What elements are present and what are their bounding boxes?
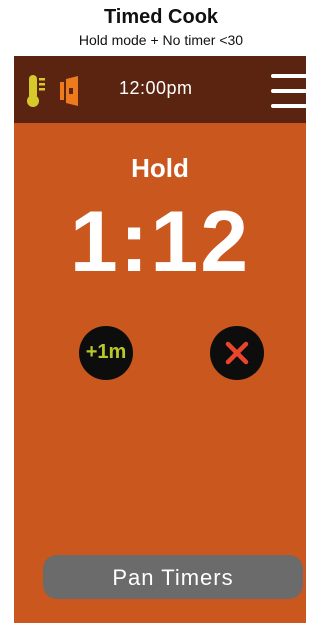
timer-display: 1:12 <box>69 194 251 290</box>
pan-timers-button[interactable]: Pan Timers <box>43 555 303 599</box>
add-minute-label: +1m <box>85 341 127 363</box>
top-bar: 12:00pm <box>14 56 306 123</box>
mode-label: Hold <box>131 153 189 183</box>
door-icon[interactable] <box>60 76 80 106</box>
thermometer-icon[interactable] <box>26 73 48 109</box>
cancel-button[interactable] <box>210 326 264 380</box>
caption-title: Timed Cook <box>103 6 219 28</box>
screen-caption: Timed Cook Hold mode + No timer <30 <box>0 0 322 56</box>
menu-icon[interactable] <box>271 74 306 108</box>
device-screen: 12:00pm Hold 1:12 +1m Pan Timers <box>14 56 306 623</box>
caption-subtitle: Hold mode + No timer <30 <box>78 32 244 48</box>
pan-timers-label: Pan Timers <box>112 565 234 590</box>
clock-time: 12:00pm <box>119 78 193 98</box>
add-minute-button[interactable]: +1m <box>79 326 133 380</box>
close-icon <box>225 341 249 365</box>
